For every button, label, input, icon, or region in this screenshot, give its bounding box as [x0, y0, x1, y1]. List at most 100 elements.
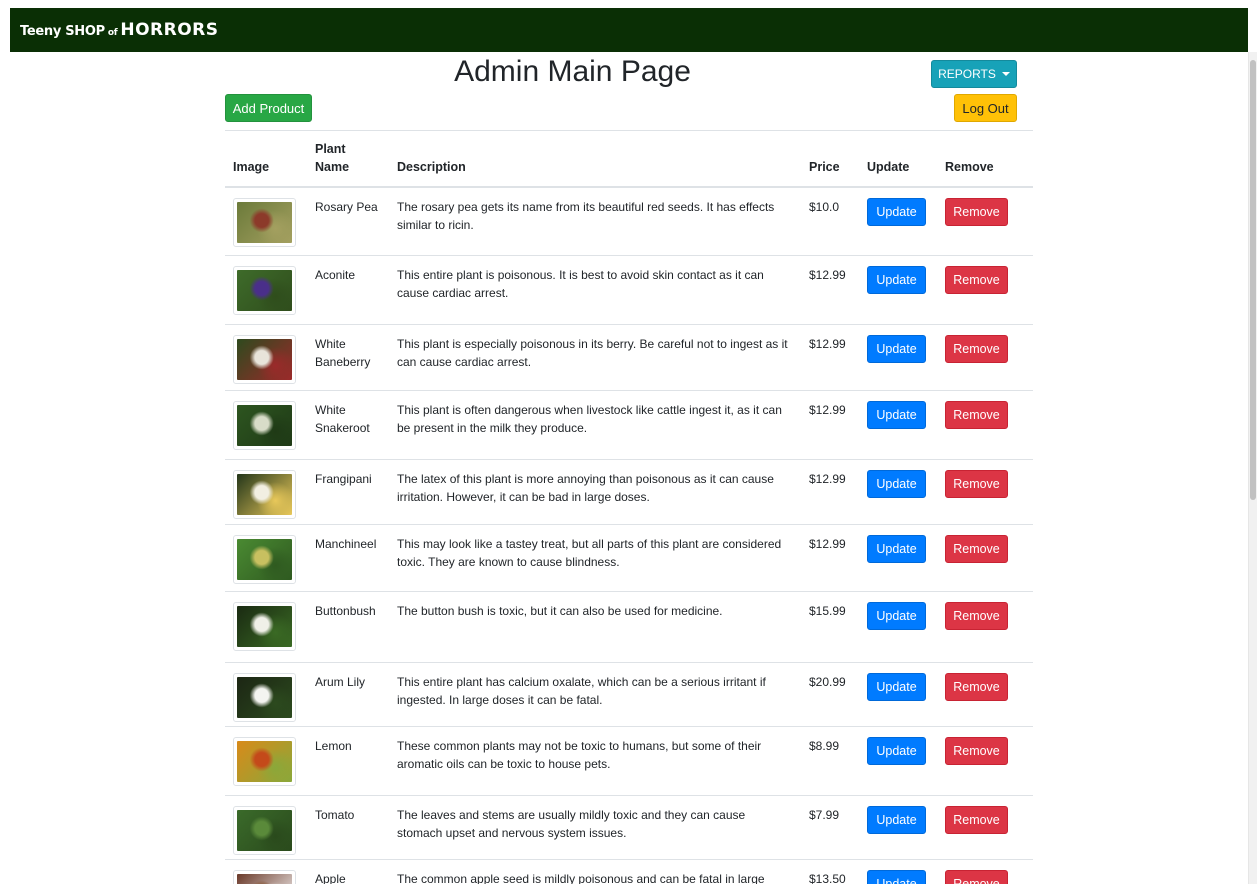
table-row: Rosary Pea The rosary pea gets its name f… — [225, 186, 1033, 256]
remove-button[interactable]: Remove — [945, 335, 1008, 363]
description-cell: The button bush is toxic, but it can als… — [389, 591, 801, 663]
remove-cell: Remove — [937, 591, 1033, 663]
update-button[interactable]: Update — [867, 470, 926, 498]
update-button[interactable]: Update — [867, 673, 926, 701]
description-cell: The leaves and stems are usually mildly … — [389, 795, 801, 860]
plant-name-cell: Aconite — [307, 255, 389, 325]
image-cell — [225, 859, 307, 884]
remove-cell: Remove — [937, 255, 1033, 325]
plant-name-cell: Tomato — [307, 795, 389, 860]
page-title: Admin Main Page — [454, 55, 691, 88]
update-cell: Update — [859, 186, 937, 256]
plant-thumbnail — [233, 870, 296, 884]
plant-image — [237, 810, 292, 851]
add-product-button[interactable]: Add Product — [225, 94, 312, 122]
image-cell — [225, 795, 307, 860]
update-button[interactable]: Update — [867, 535, 926, 563]
plant-thumbnail — [233, 335, 296, 384]
remove-cell: Remove — [937, 324, 1033, 391]
description-cell: These common plants may not be toxic to … — [389, 726, 801, 796]
reports-dropdown-button[interactable]: REPORTS — [931, 60, 1017, 88]
remove-cell: Remove — [937, 459, 1033, 525]
update-cell: Update — [859, 662, 937, 727]
products-table: Image Plant Name Description Price Updat… — [225, 130, 1033, 884]
description-cell: This entire plant is poisonous. It is be… — [389, 255, 801, 325]
table-row: Buttonbush The button bush is toxic, but … — [225, 591, 1033, 663]
plant-thumbnail — [233, 401, 296, 450]
update-button[interactable]: Update — [867, 870, 926, 884]
logout-button[interactable]: Log Out — [954, 94, 1017, 122]
remove-button[interactable]: Remove — [945, 470, 1008, 498]
update-cell: Update — [859, 324, 937, 391]
remove-cell: Remove — [937, 859, 1033, 884]
update-cell: Update — [859, 726, 937, 796]
price-cell: $12.99 — [801, 324, 859, 391]
price-cell: $12.99 — [801, 524, 859, 592]
plant-image — [237, 270, 292, 311]
description-cell: This may look like a tastey treat, but a… — [389, 524, 801, 592]
products-table-container: Image Plant Name Description Price Updat… — [225, 130, 1033, 884]
plant-name-cell: White Baneberry — [307, 324, 389, 391]
remove-button[interactable]: Remove — [945, 266, 1008, 294]
table-row: Tomato The leaves and stems are usually m… — [225, 795, 1033, 860]
table-header: Image Plant Name Description Price Updat… — [225, 130, 1033, 188]
plant-image — [237, 339, 292, 380]
plant-image — [237, 405, 292, 446]
navbar: Teeny SHOP of HORRORS — [10, 8, 1248, 52]
remove-button[interactable]: Remove — [945, 673, 1008, 701]
plant-image — [237, 201, 292, 243]
update-cell: Update — [859, 859, 937, 884]
plant-name-cell: Arum Lily — [307, 662, 389, 727]
plant-image — [237, 539, 292, 580]
update-button[interactable]: Update — [867, 197, 926, 226]
update-button[interactable]: Update — [867, 401, 926, 429]
remove-button[interactable]: Remove — [945, 737, 1008, 765]
description-cell: This plant is often dangerous when lives… — [389, 390, 801, 460]
update-cell: Update — [859, 459, 937, 525]
update-cell: Update — [859, 390, 937, 460]
table-row: Arum Lily This entire plant has calcium o… — [225, 662, 1033, 727]
update-cell: Update — [859, 255, 937, 325]
price-cell: $7.99 — [801, 795, 859, 860]
price-cell: $13.50 — [801, 859, 859, 884]
remove-button[interactable]: Remove — [945, 806, 1008, 834]
update-button[interactable]: Update — [867, 806, 926, 834]
scrollbar-thumb[interactable] — [1250, 60, 1256, 500]
price-cell: $8.99 — [801, 726, 859, 796]
caret-down-icon — [1001, 72, 1010, 76]
table-row: Manchineel This may look like a tastey tr… — [225, 524, 1033, 592]
column-header-description: Description — [389, 130, 801, 188]
table-row: Frangipani The latex of this plant is mor… — [225, 459, 1033, 525]
plant-thumbnail — [233, 266, 296, 315]
remove-button[interactable]: Remove — [945, 197, 1008, 226]
image-cell — [225, 459, 307, 525]
plant-image — [237, 741, 292, 782]
column-header-price: Price — [801, 130, 859, 188]
remove-cell: Remove — [937, 390, 1033, 460]
update-button[interactable]: Update — [867, 602, 926, 630]
remove-button[interactable]: Remove — [945, 870, 1008, 884]
plant-thumbnail — [233, 602, 296, 651]
remove-button[interactable]: Remove — [945, 401, 1008, 429]
plant-thumbnail — [233, 806, 296, 855]
update-cell: Update — [859, 524, 937, 592]
column-header-plant-name: Plant Name — [307, 130, 389, 188]
page-scrollbar[interactable] — [1248, 52, 1257, 884]
update-cell: Update — [859, 795, 937, 860]
image-cell — [225, 662, 307, 727]
brand-logo[interactable]: Teeny SHOP of HORRORS — [20, 20, 219, 40]
plant-image — [237, 474, 292, 515]
plant-image — [237, 677, 292, 718]
description-cell: This plant is especially poisonous in it… — [389, 324, 801, 391]
update-cell: Update — [859, 591, 937, 663]
remove-cell: Remove — [937, 726, 1033, 796]
update-button[interactable]: Update — [867, 266, 926, 294]
plant-name-cell: Buttonbush — [307, 591, 389, 663]
update-button[interactable]: Update — [867, 335, 926, 363]
plant-name-cell: White Snakeroot — [307, 390, 389, 460]
plant-thumbnail — [233, 737, 296, 786]
remove-button[interactable]: Remove — [945, 602, 1008, 630]
remove-button[interactable]: Remove — [945, 535, 1008, 563]
update-button[interactable]: Update — [867, 737, 926, 765]
reports-label: REPORTS — [938, 67, 996, 81]
